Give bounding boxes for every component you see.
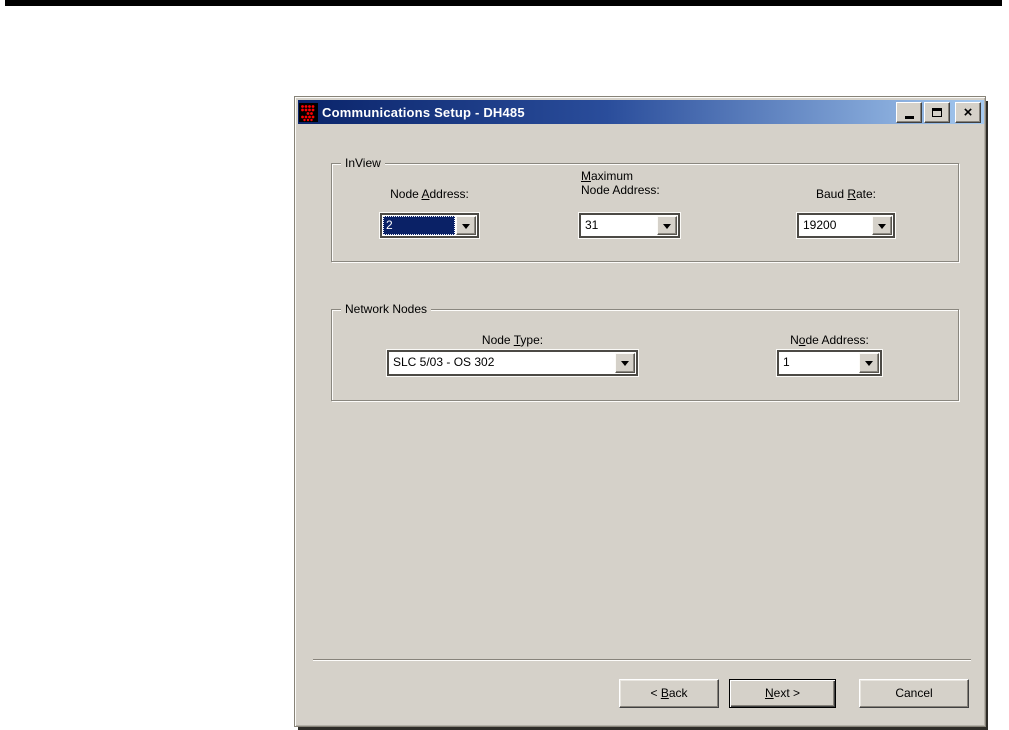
inview-node-address-label: Node Address: bbox=[390, 187, 469, 201]
network-node-address-label: Node Address: bbox=[790, 333, 869, 347]
communications-setup-dialog: Communications Setup - DH485 × InView No… bbox=[294, 96, 986, 727]
inview-node-address-value[interactable]: 2 bbox=[383, 216, 455, 235]
dropdown-arrow-button[interactable] bbox=[456, 216, 476, 235]
node-type-label: Node Type: bbox=[481, 333, 544, 347]
close-button[interactable]: × bbox=[955, 101, 981, 123]
inview-node-address-combobox[interactable]: 2 bbox=[379, 212, 480, 239]
page-top-rule bbox=[5, 0, 1002, 6]
inview-group-label: InView bbox=[341, 156, 385, 170]
dropdown-arrow-button[interactable] bbox=[859, 353, 879, 373]
maximum-node-address-label: Maximum Node Address: bbox=[581, 169, 660, 197]
chevron-down-icon bbox=[663, 223, 671, 233]
app-icon bbox=[299, 102, 318, 122]
network-node-address-combobox[interactable]: 1 bbox=[776, 349, 883, 377]
dropdown-arrow-button[interactable] bbox=[872, 216, 892, 235]
cancel-button[interactable]: Cancel bbox=[859, 679, 969, 708]
network-node-address-value[interactable]: 1 bbox=[780, 353, 858, 373]
chevron-down-icon bbox=[865, 361, 873, 370]
network-nodes-group-label: Network Nodes bbox=[341, 302, 432, 316]
maximize-icon bbox=[932, 107, 942, 117]
baud-rate-label: Baud Rate: bbox=[815, 187, 877, 201]
minimize-button[interactable] bbox=[896, 101, 922, 123]
maximum-node-address-value[interactable]: 31 bbox=[582, 216, 656, 235]
chevron-down-icon bbox=[878, 223, 886, 233]
dropdown-arrow-button[interactable] bbox=[657, 216, 677, 235]
baud-rate-combobox[interactable]: 19200 bbox=[796, 212, 896, 239]
dialog-titlebar[interactable]: Communications Setup - DH485 × bbox=[298, 100, 984, 124]
maximum-node-address-combobox[interactable]: 31 bbox=[578, 212, 681, 239]
next-button[interactable]: Next > bbox=[729, 679, 836, 708]
dialog-title: Communications Setup - DH485 bbox=[322, 104, 525, 120]
node-type-value[interactable]: SLC 5/03 - OS 302 bbox=[390, 353, 614, 373]
back-button[interactable]: < Back bbox=[619, 679, 719, 708]
document-page: Communications Setup - DH485 × InView No… bbox=[0, 0, 1009, 730]
node-type-combobox[interactable]: SLC 5/03 - OS 302 bbox=[386, 349, 639, 377]
chevron-down-icon bbox=[621, 361, 629, 370]
minimize-icon bbox=[904, 115, 914, 119]
maximize-button[interactable] bbox=[924, 101, 950, 123]
chevron-down-icon bbox=[462, 223, 470, 233]
close-icon: × bbox=[963, 103, 973, 121]
separator-line bbox=[313, 659, 971, 661]
dropdown-arrow-button[interactable] bbox=[615, 353, 635, 373]
baud-rate-value[interactable]: 19200 bbox=[800, 216, 871, 235]
